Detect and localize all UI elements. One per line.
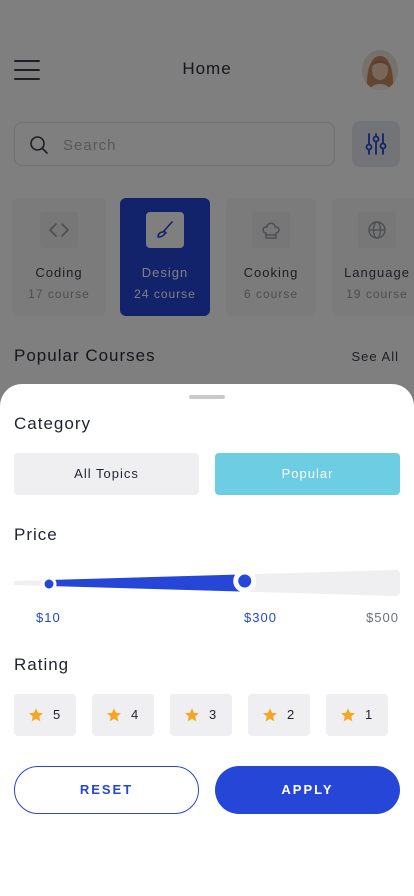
price-label: Price xyxy=(14,525,58,544)
filter-sheet: Category All Topics Popular Price $10 $3… xyxy=(0,384,414,896)
price-selected-label: $300 xyxy=(244,610,277,625)
rating-value: 4 xyxy=(131,707,139,722)
rating-label: Rating xyxy=(14,655,70,674)
category-option-popular[interactable]: Popular xyxy=(215,453,400,495)
price-min-handle xyxy=(41,576,57,592)
star-icon xyxy=(185,708,199,722)
rating-value: 1 xyxy=(365,707,373,722)
rating-value: 5 xyxy=(53,707,61,722)
category-label: Category xyxy=(14,414,91,433)
rating-chip-1[interactable]: 1 xyxy=(326,694,388,736)
star-icon xyxy=(29,708,43,722)
category-option-all-topics[interactable]: All Topics xyxy=(14,453,199,495)
apply-button[interactable]: APPLY xyxy=(215,766,400,814)
reset-button[interactable]: RESET xyxy=(14,766,199,814)
price-track-fill xyxy=(49,574,245,592)
rating-chip-5[interactable]: 5 xyxy=(14,694,76,736)
sheet-drag-handle[interactable] xyxy=(189,395,225,399)
star-icon xyxy=(263,708,277,722)
star-icon xyxy=(107,708,121,722)
rating-chip-3[interactable]: 3 xyxy=(170,694,232,736)
rating-value: 3 xyxy=(209,707,217,722)
price-slider[interactable] xyxy=(14,564,400,598)
rating-chip-2[interactable]: 2 xyxy=(248,694,310,736)
price-min-label: $10 xyxy=(36,610,61,625)
price-max-label: $500 xyxy=(366,610,399,625)
rating-chip-4[interactable]: 4 xyxy=(92,694,154,736)
price-max-handle xyxy=(233,569,257,593)
rating-value: 2 xyxy=(287,707,295,722)
star-icon xyxy=(341,708,355,722)
